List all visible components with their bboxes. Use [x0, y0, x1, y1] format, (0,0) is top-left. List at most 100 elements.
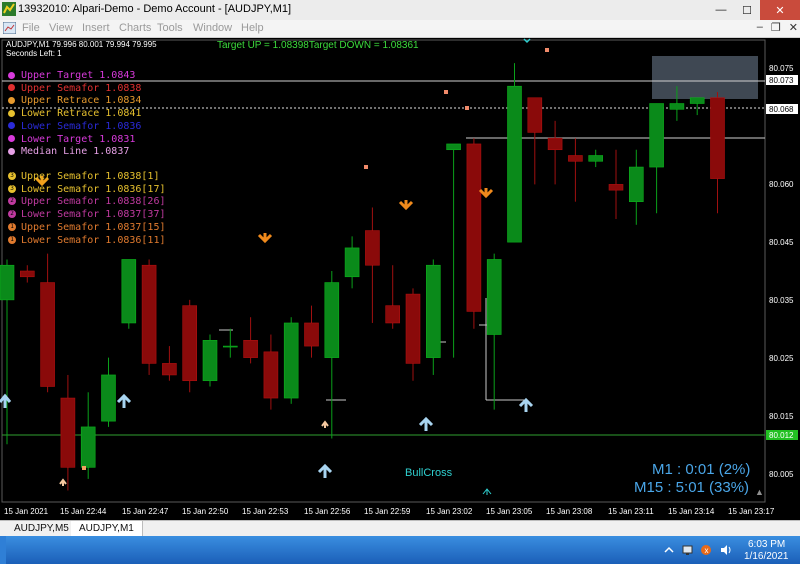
mdi-minimize-button[interactable]: –: [757, 21, 763, 34]
bull-candle[interactable]: [121, 259, 137, 324]
bear-candle[interactable]: [710, 97, 725, 179]
bear-candle[interactable]: [466, 143, 482, 312]
legend-dot: [8, 109, 15, 117]
time-label: 15 Jan 22:59: [364, 507, 411, 516]
time-label: 15 Jan 22:50: [182, 507, 229, 516]
buy-arrow-icon: [321, 420, 329, 428]
semafor-label: Lower Semafor 1.0837[37]: [21, 209, 166, 221]
time-label: 15 Jan 22:44: [60, 507, 107, 516]
bull-candle[interactable]: [669, 103, 685, 110]
maximize-button[interactable]: ☐: [734, 0, 760, 20]
taskbar-edge[interactable]: [0, 536, 6, 564]
menu-tools[interactable]: Tools: [157, 22, 183, 34]
mdi-restore-button[interactable]: ❐: [771, 21, 781, 34]
bull-candle[interactable]: [223, 345, 238, 348]
legend-label: Lower Semafor 1.0836: [21, 120, 142, 132]
bid-marker-label: 80.068: [769, 105, 794, 114]
semafor-dot: [364, 165, 368, 169]
time-label: 15 Jan 23:08: [546, 507, 593, 516]
bear-candle[interactable]: [243, 339, 258, 358]
bear-candle[interactable]: [263, 351, 279, 399]
semafor-dot: [465, 106, 469, 110]
bear-candle[interactable]: [304, 322, 319, 347]
bull-candle[interactable]: [0, 264, 15, 301]
tab-audjpy-m5[interactable]: AUDJPY,M5: [6, 521, 78, 536]
semafor-level-icon: 1: [8, 235, 16, 244]
time-label: 15 Jan 22:56: [304, 507, 351, 516]
bear-candle[interactable]: [141, 264, 157, 364]
chart-tabs: AUDJPY,M5 AUDJPY,M1: [0, 520, 800, 537]
window-title: 13932010: Alpari-Demo - Demo Account - […: [18, 3, 292, 15]
bull-candle[interactable]: [446, 143, 461, 151]
bear-candle[interactable]: [547, 137, 563, 151]
scroll-shift-icon[interactable]: ▲: [755, 487, 764, 497]
minimize-button[interactable]: —: [708, 0, 734, 20]
legend-row: Median Line 1.0837: [8, 146, 141, 159]
bear-candle[interactable]: [385, 305, 401, 324]
bull-candle[interactable]: [101, 374, 116, 422]
bull-candle[interactable]: [507, 85, 522, 243]
menu-help[interactable]: Help: [241, 22, 264, 34]
bull-candle[interactable]: [628, 166, 644, 203]
bear-candle[interactable]: [568, 155, 583, 162]
legend-label: Upper Semafor 1.0838: [21, 82, 142, 94]
bull-candle[interactable]: [202, 339, 218, 382]
legend-dot: [8, 135, 15, 143]
legend-row: Upper Semafor 1.0838: [8, 83, 141, 96]
bear-candle[interactable]: [40, 282, 55, 387]
bear-candle[interactable]: [608, 184, 624, 191]
bull-candle[interactable]: [588, 155, 604, 162]
legend-dot: [8, 96, 15, 104]
time-label: 15 Jan 23:02: [426, 507, 473, 516]
semafor-level-icon: 2: [8, 210, 16, 219]
legend-dot: [8, 122, 15, 130]
bull-candle[interactable]: [486, 259, 502, 335]
menu-view[interactable]: View: [49, 22, 73, 34]
title-bar: 13932010: Alpari-Demo - Demo Account - […: [0, 0, 800, 21]
app-icon: [2, 2, 16, 16]
bear-candle[interactable]: [60, 397, 76, 468]
bull-candle[interactable]: [689, 97, 705, 104]
network-icon[interactable]: [682, 544, 694, 556]
bear-candle[interactable]: [527, 97, 543, 133]
legend-row: Upper Target 1.0843: [8, 70, 141, 83]
menu-window[interactable]: Window: [193, 22, 232, 34]
bear-candle[interactable]: [182, 305, 197, 382]
menu-insert[interactable]: Insert: [82, 22, 110, 34]
menu-charts[interactable]: Charts: [119, 22, 151, 34]
legend-dot: [8, 147, 15, 155]
buy-arrow-icon: [518, 397, 534, 412]
bear-candle[interactable]: [405, 293, 421, 364]
sell-arrow-icon: [398, 200, 414, 211]
legend-row: Upper Retrace 1.0834: [8, 95, 141, 108]
price-label: 80.045: [769, 238, 794, 247]
targets-text: Target UP = 1.08398Target DOWN = 1.08361: [217, 40, 419, 51]
mdi-close-button[interactable]: ✕: [789, 21, 798, 34]
bear-candle[interactable]: [19, 270, 35, 278]
time-label: 15 Jan 22:53: [242, 507, 289, 516]
bear-candle[interactable]: [162, 363, 177, 376]
bull-candle[interactable]: [425, 264, 441, 358]
close-button[interactable]: ✕: [760, 0, 800, 20]
bull-candle[interactable]: [80, 426, 96, 468]
bullcross-label: BullCross: [405, 467, 453, 479]
bull-candle[interactable]: [344, 247, 360, 278]
price-label: 80.035: [769, 296, 794, 305]
semafor-level-icon: 3: [8, 172, 16, 180]
clock-time[interactable]: 6:03 PM: [748, 539, 785, 550]
clock-date[interactable]: 1/16/2021: [744, 551, 789, 562]
time-label: 15 Jan 23:14: [668, 507, 715, 516]
bull-candle[interactable]: [324, 282, 340, 358]
semafor-dot: [444, 90, 448, 94]
bull-candle[interactable]: [649, 103, 664, 168]
bull-candle[interactable]: [283, 322, 299, 399]
menu-file[interactable]: File: [22, 22, 40, 34]
speaker-icon[interactable]: [720, 544, 732, 556]
price-label: 80.015: [769, 412, 794, 421]
tab-audjpy-m1[interactable]: AUDJPY,M1: [71, 521, 143, 536]
tray-arrow-icon[interactable]: [663, 544, 675, 556]
indicator-legend: Upper Target 1.0843 Upper Semafor 1.0838…: [8, 70, 141, 159]
bear-candle[interactable]: [365, 230, 380, 266]
warning-icon[interactable]: x: [700, 544, 712, 556]
svg-text:x: x: [705, 546, 709, 555]
